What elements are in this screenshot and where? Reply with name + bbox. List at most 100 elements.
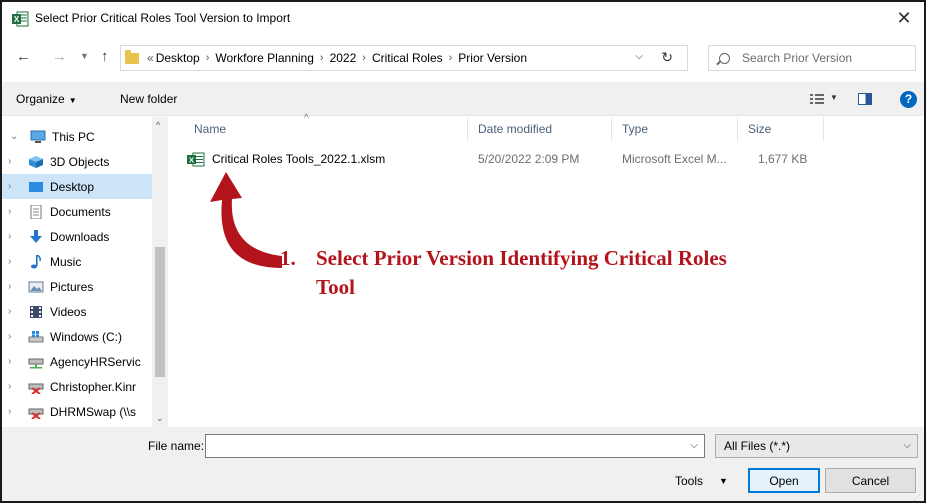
nav-scrollbar[interactable]: ^ ⌄ [152,117,168,427]
chevron-down-icon[interactable]: ⌄ [10,131,22,142]
sidebar-item-this-pc[interactable]: ⌄ This PC [2,124,152,149]
file-type: Microsoft Excel M... [622,152,727,166]
excel-file-icon: X [187,152,205,167]
scroll-up-icon[interactable]: ^ [156,120,160,130]
file-open-dialog: X Select Prior Critical Roles Tool Versi… [0,0,926,503]
chevron-right-icon[interactable]: › [8,306,20,317]
sidebar-item-pictures[interactable]: › Pictures [2,274,152,299]
file-size: 1,677 KB [758,152,808,166]
sidebar-item-label: Windows (C:) [50,329,123,344]
chevron-right-icon[interactable]: › [8,331,20,342]
change-view-icon[interactable] [810,93,824,105]
chevron-down-icon[interactable]: ⌵ [690,440,698,451]
picture-icon [28,281,44,292]
file-date: 5/20/2022 2:09 PM [478,152,580,166]
sidebar-item-dhrmswap[interactable]: › DHRMSwap (\\s [2,399,152,424]
file-name-input[interactable]: ⌵ [205,434,705,458]
search-input[interactable]: Search Prior Version [708,45,916,71]
monitor-icon [30,130,46,143]
sidebar-item-christopher-kinr[interactable]: › Christopher.Kinr [2,374,152,399]
sidebar-item-videos[interactable]: › Videos [2,299,152,324]
breadcrumb-critical-roles[interactable]: Critical Roles [372,51,443,65]
recent-locations-chevron-icon[interactable]: ▼ [80,51,89,61]
annotation-text-1: Select Prior Version Identifying Critica… [316,246,727,270]
resize-grip-icon[interactable]: ⋰ [913,493,921,501]
window-title: Select Prior Critical Roles Tool Version… [35,11,291,25]
chevron-right-icon[interactable]: › [8,281,20,292]
sidebar-item-music[interactable]: › Music [2,249,152,274]
sidebar-item-label: Videos [50,304,87,319]
breadcrumb-desktop[interactable]: Desktop [156,51,200,65]
breadcrumb-2022[interactable]: 2022 [330,51,357,65]
new-folder-button[interactable]: New folder [120,92,177,106]
breadcrumb-separator-icon[interactable]: › [449,52,453,64]
chevron-right-icon[interactable]: › [8,206,20,217]
instruction-annotation: 1. Select Prior Version Identifying Criti… [280,244,727,302]
desktop-icon [29,181,43,192]
forward-arrow-icon[interactable]: → [52,48,67,65]
music-note-icon [31,254,41,268]
address-bar[interactable]: « Desktop › Workfore Planning › 2022 › C… [120,45,688,71]
chevron-right-icon[interactable]: › [8,256,20,267]
view-dropdown-chevron-icon[interactable]: ▼ [830,93,838,102]
cube-icon [29,155,43,168]
search-icon [719,52,730,64]
excel-icon: X [12,11,29,27]
breadcrumb-separator-icon[interactable]: › [206,52,210,64]
chevron-right-icon[interactable]: › [8,356,20,367]
back-arrow-icon[interactable]: ← [16,48,31,65]
tools-dropdown-chevron-icon[interactable]: ▼ [719,476,728,486]
column-header-date[interactable]: Date modified [468,117,612,141]
sidebar-item-downloads[interactable]: › Downloads [2,224,152,249]
breadcrumb: « Desktop › Workfore Planning › 2022 › C… [147,51,527,65]
search-placeholder: Search Prior Version [742,51,853,65]
sidebar-item-label: Christopher.Kinr [50,379,137,394]
chevron-right-icon[interactable]: › [8,181,20,192]
help-icon[interactable]: ? [900,91,917,108]
up-arrow-icon[interactable]: ↑ [101,48,109,65]
column-header-type[interactable]: Type [612,117,738,141]
cancel-button[interactable]: Cancel [825,468,916,493]
breadcrumb-overflow[interactable]: « [147,51,154,65]
address-dropdown-chevron-icon[interactable]: ⌵ [635,51,643,62]
annotation-line-1: 1. Select Prior Version Identifying Criti… [280,244,727,273]
breadcrumb-workfore-planning[interactable]: Workfore Planning [215,51,314,65]
table-row[interactable]: X Critical Roles Tools_2022.1.xlsm 5/20/… [184,149,820,171]
sidebar-item-windows-c[interactable]: › Windows (C:) [2,324,152,349]
tools-button[interactable]: Tools [675,474,703,488]
sidebar-item-3d-objects[interactable]: › 3D Objects [2,149,152,174]
chevron-right-icon[interactable]: › [8,156,20,167]
column-header-name[interactable]: Name ^ [184,113,468,141]
column-header-date-label: Date modified [478,122,553,136]
drive-icon [28,330,44,342]
preview-pane-icon[interactable] [858,93,872,105]
address-row: ← → ▼ ↑ « Desktop › Workfore Planning › … [2,42,924,74]
sidebar-item-agencyhrservic[interactable]: › AgencyHRServic [2,349,152,374]
column-header-type-label: Type [622,122,649,136]
open-button[interactable]: Open [748,468,820,493]
sidebar-item-desktop[interactable]: › Desktop [2,174,152,199]
chevron-right-icon[interactable]: › [8,381,20,392]
close-icon[interactable]: ✕ [894,8,914,29]
file-type-filter-select[interactable]: All Files (*.*) ⌵ [715,434,918,458]
sidebar-item-documents[interactable]: › Documents [2,199,152,224]
video-icon [30,305,42,318]
disconnected-drive-icon [28,383,44,394]
file-type-filter-value: All Files (*.*) [724,439,791,453]
chevron-right-icon[interactable]: › [8,406,20,417]
sidebar-item-label: DHRMSwap (\\s [50,404,137,419]
breadcrumb-prior-version[interactable]: Prior Version [458,51,527,65]
sidebar-item-label: Documents [50,204,111,219]
breadcrumb-separator-icon[interactable]: › [362,52,366,64]
column-header-name-label: Name [194,122,227,136]
refresh-icon[interactable]: ↻ [661,49,673,66]
column-header-size[interactable]: Size [738,117,824,141]
chevron-right-icon[interactable]: › [8,231,20,242]
scroll-down-icon[interactable]: ⌄ [156,413,164,424]
organize-label: Organize [16,92,65,106]
sidebar-item-label: 3D Objects [50,154,110,169]
breadcrumb-separator-icon[interactable]: › [320,52,324,64]
scroll-thumb[interactable] [155,247,165,377]
organize-button[interactable]: Organize ▼ [16,92,77,106]
dialog-footer: File name: ⌵ All Files (*.*) ⌵ Tools ▼ O… [2,427,924,501]
